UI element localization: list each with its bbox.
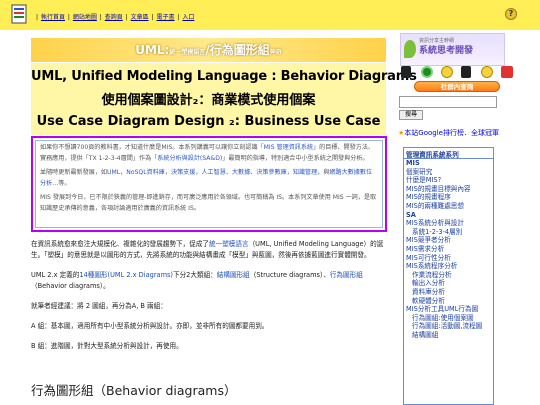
list-item: MIS: [406, 159, 493, 168]
intro-link-km[interactable]: 知識管理: [293, 169, 317, 176]
series-link[interactable]: MIS可行性分析: [406, 254, 451, 262]
banner-suffix: 神奇: [269, 49, 282, 56]
banner-small: 統一塑模語言: [169, 49, 206, 56]
list-item: 結構圖組: [406, 331, 493, 340]
body-paragraph-4: A 組：基本圖，適用所有中小型系統分析與設計。亦即，並非所有的圖都要用到。: [31, 322, 269, 330]
nav-articles[interactable]: 文章區: [131, 14, 149, 21]
list-item: MIS系統程序分析: [406, 262, 493, 271]
list-item: SA: [406, 211, 493, 220]
intro-link-nosql[interactable]: NoSQL資料庫: [126, 169, 165, 176]
intro-link-dss[interactable]: 決策支援: [171, 169, 195, 176]
google-rank-link[interactable]: ★本站Google排行榜．全球冠軍: [398, 128, 499, 138]
list-item: MIS分析工具UML行為圖: [406, 305, 493, 314]
series-link[interactable]: 行為圖組:使用個案圖: [412, 314, 474, 322]
sidebar-icon-row: [401, 66, 531, 80]
series-link[interactable]: MIS的規畫目標與內容: [406, 185, 471, 193]
series-link[interactable]: 資料庫分析: [412, 288, 445, 296]
list-item: 什麼是MIS?: [406, 176, 493, 185]
list-item: 軟硬體分析: [406, 297, 493, 306]
intro-link-uml[interactable]: UML: [107, 169, 120, 176]
series-link[interactable]: 個案研究: [406, 168, 432, 176]
intro-paragraph-2: 並隨時更新最新發展，如UML，NoSQL資料庫，決策支援，人工智慧、大數據、決策…: [40, 169, 373, 187]
page-banner: UML:統一塑模語言/行為圖形組神奇: [31, 38, 386, 62]
body-link-14-diagrams[interactable]: 14種圖形(UML 2.x Diagrams): [79, 271, 173, 279]
series-link[interactable]: 軟硬體分析: [412, 297, 445, 305]
title-line-3: Use Case Diagram Design ₂: Business Use …: [36, 114, 381, 129]
body-paragraph-3: 就筆者經建議：將 2 圖組，再分為A, B 兩組：: [31, 302, 167, 310]
intro-paragraph-1: 如果你不想讀700頁的教科書，才知道什麼是MIS。本系列講義可以讓你立刻認識「M…: [40, 144, 375, 162]
series-link[interactable]: 什麼是MIS?: [406, 176, 441, 184]
page-title: UML, Unified Modeling Language : Behavio…: [31, 63, 417, 135]
body-link-uml[interactable]: 統一塑模語言: [209, 240, 249, 248]
intro-link-ai[interactable]: 人工智慧、大數據、決策參數庫: [201, 169, 286, 176]
banner-prefix: UML:: [135, 43, 170, 57]
body-link-structure[interactable]: 結構圖形組: [217, 271, 250, 279]
sidebar-logo[interactable]: 資訊分享主幹網 系統思考開發: [400, 33, 505, 66]
community-search-button[interactable]: 社群內查詢: [414, 81, 500, 92]
series-list: MIS 個案研究 什麼是MIS? MIS的規畫目標與內容 MIS的規畫程序 MIS的兩種難…: [404, 159, 493, 339]
site-logo-icon[interactable]: [11, 4, 27, 24]
intro-box: 如果你不想讀700頁的教科書，才知道什麼是MIS。本系列講義可以讓你立刻認識「M…: [31, 136, 387, 232]
series-link[interactable]: MIS競爭者分析: [406, 236, 451, 244]
nav-search[interactable]: 查詢頁: [105, 14, 123, 21]
banner-main: 行為圖形組: [209, 43, 270, 57]
title-line-1: UML, Unified Modeling Language : Behavio…: [31, 69, 417, 84]
nav-home[interactable]: 執行首頁: [41, 14, 65, 21]
list-item: MIS競爭者分析: [406, 236, 493, 245]
intro-content: 如果你不想讀700頁的教科書，才知道什麼是MIS。本系列講義可以讓你立刻認識「M…: [35, 140, 383, 228]
search-input[interactable]: [399, 96, 497, 108]
nav-sitemap[interactable]: 網站地圖: [73, 14, 97, 21]
globe-icon[interactable]: [421, 66, 433, 78]
series-link[interactable]: 結構圖組: [412, 331, 438, 339]
series-link[interactable]: 系統1-2-3-4層別: [412, 228, 462, 236]
body-paragraph-1: 在資訊系統愈來愈注大規模化、複雜化的發展趨勢下，促成了統一塑模語言（UML, U…: [31, 240, 384, 259]
mis-series-panel: 管理資訊系統系列 MIS 個案研究 什麼是MIS? MIS的規畫目標與內容 MIS的規畫…: [403, 147, 494, 405]
series-link[interactable]: MIS分析工具UML行為圖: [406, 305, 478, 313]
help-icon[interactable]: ?: [505, 8, 517, 20]
body-paragraph-2: UML 2.x 定義的14種圖形(UML 2.x Diagrams)下分2大類組…: [31, 271, 363, 290]
body-paragraph-5: B 組：進階圖，針對大型系統分析與設計，再使用。: [31, 342, 183, 350]
series-link[interactable]: SA: [406, 211, 416, 219]
top-bar: | 執行首頁 | 網站地圖 | 查詢頁 | 文章區 | 電子書 | 入口 ?: [0, 0, 540, 30]
main-content: 在資訊系統愈來愈注大規模化、複雜化的發展趨勢下，促成了統一塑模語言（UML, U…: [31, 239, 387, 361]
list-item: 個案研究: [406, 168, 493, 177]
sidebar-logo-title: 系統思考開發: [419, 46, 474, 56]
list-item: MIS需求分析: [406, 245, 493, 254]
list-item: 資料庫分析: [406, 288, 493, 297]
intro-link-mis[interactable]: MIS 管理資訊系統: [264, 144, 313, 151]
series-link[interactable]: MIS: [406, 159, 420, 167]
section-heading: 行為圖形組（Behavior diagrams）: [31, 383, 237, 398]
nav-ebook[interactable]: 電子書: [157, 14, 175, 21]
user-icon[interactable]: [461, 66, 471, 78]
user-icon[interactable]: [401, 66, 411, 78]
list-item: MIS的兩種難處思想: [406, 202, 493, 211]
list-item: 行為圖組:使用個案圖: [406, 314, 493, 323]
nav-entry[interactable]: 入口: [182, 14, 194, 21]
list-item: 行為圖組:活動圖,流程圖: [406, 322, 493, 331]
list-item: MIS的規畫程序: [406, 193, 493, 202]
intro-link-sad[interactable]: 系統分析與設計(SA&D): [157, 155, 222, 162]
list-item: MIS可行性分析: [406, 254, 493, 263]
list-item: 輸出入分析: [406, 279, 493, 288]
intro-paragraph-3: MIS 發展到今日，已不限於狹義的管理-即進銷存，而可廣泛應用於各領域。也可簡稱…: [40, 194, 377, 212]
series-title: 管理資訊系統系列: [404, 148, 493, 159]
series-link[interactable]: 作業流程分析: [412, 271, 452, 279]
smile-icon[interactable]: [481, 66, 493, 78]
series-link[interactable]: MIS系統分析與設計: [406, 219, 464, 227]
series-link[interactable]: MIS的規畫程序: [406, 193, 451, 201]
series-link[interactable]: 行為圖組:活動圖,流程圖: [412, 322, 482, 330]
series-link[interactable]: 輸出入分析: [412, 279, 445, 287]
leaf-icon: [404, 40, 416, 58]
flag-icon[interactable]: [501, 66, 513, 78]
top-nav: | 執行首頁 | 網站地圖 | 查詢頁 | 文章區 | 電子書 | 入口: [36, 14, 195, 21]
sun-icon[interactable]: [441, 66, 453, 78]
series-link[interactable]: MIS系統程序分析: [406, 262, 457, 270]
search-submit-button[interactable]: 搜尋: [399, 110, 423, 120]
title-line-2: 使用個案圖設計₂：商業模式使用個案: [101, 93, 316, 108]
body-link-behavior[interactable]: 行為圖形組: [330, 271, 363, 279]
series-link[interactable]: MIS需求分析: [406, 245, 444, 253]
list-item: MIS系統分析與設計: [406, 219, 493, 228]
series-link[interactable]: MIS的兩種難處思想: [406, 202, 464, 210]
